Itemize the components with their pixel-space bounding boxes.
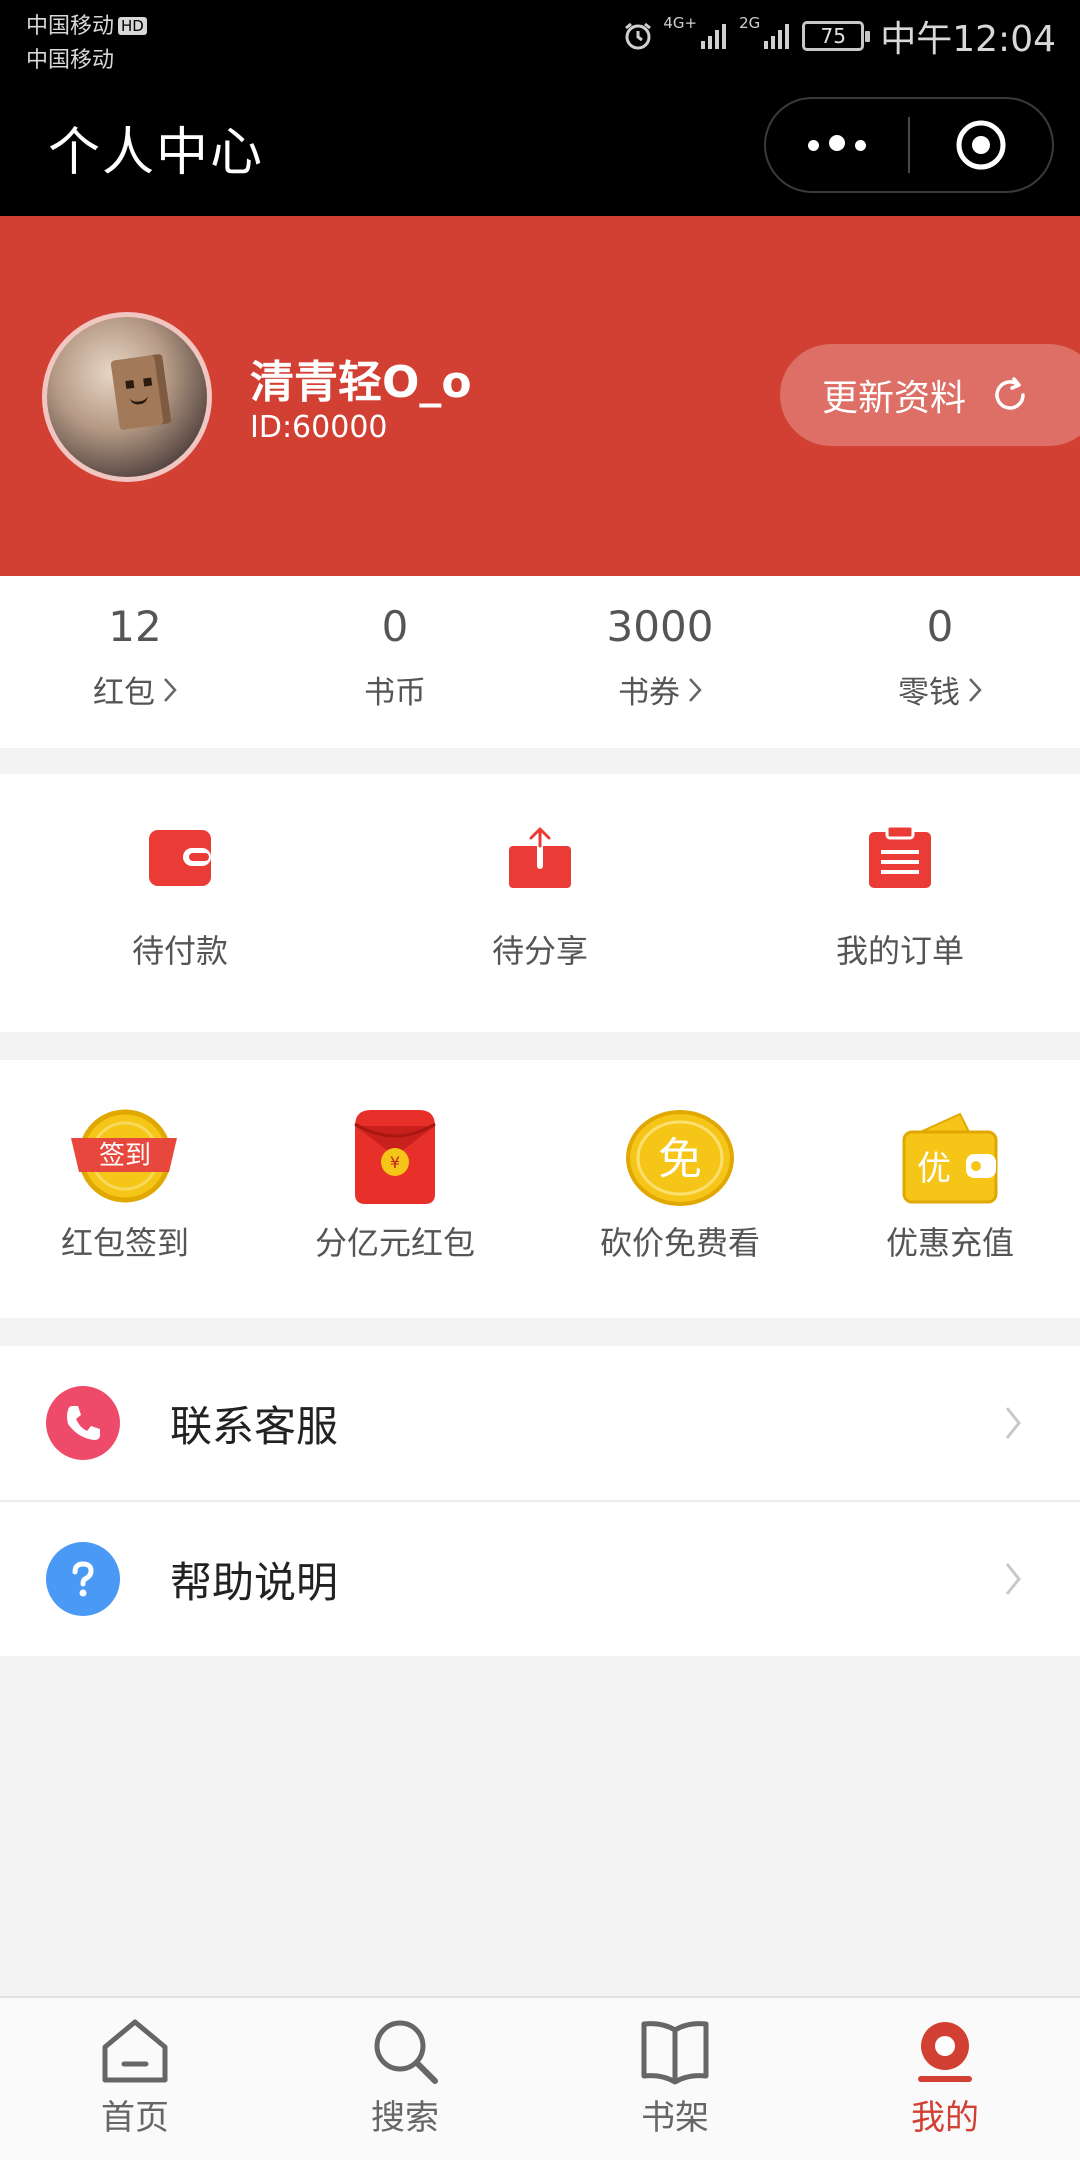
- help-icon: [46, 1542, 120, 1616]
- checkin-badge-text: 签到: [99, 1141, 151, 1171]
- username: 清青轻O_o: [250, 357, 472, 408]
- miniprogram-capsule: [764, 97, 1054, 193]
- settings-menu: 联系客服 帮助说明: [0, 1346, 1080, 1656]
- my-orders-button[interactable]: 我的订单: [720, 774, 1080, 1032]
- order-label: 待付款: [131, 932, 228, 970]
- menu-item-label: 联系客服: [170, 1401, 339, 1451]
- stat-hongbao[interactable]: 12 红包: [0, 576, 270, 748]
- stat-value: 3000: [606, 602, 714, 651]
- contact-support-item[interactable]: 联系客服: [0, 1346, 1080, 1500]
- update-profile-button[interactable]: 更新资料: [780, 344, 1080, 446]
- home-icon: [102, 2019, 168, 2083]
- pending-payment-button[interactable]: 待付款: [0, 774, 360, 1032]
- signal-icon-2: [764, 24, 790, 49]
- chevron-right-icon: [969, 677, 982, 702]
- menu-item-label: 帮助说明: [170, 1557, 339, 1607]
- tab-home[interactable]: 首页: [0, 1998, 270, 2160]
- promo-label: 优惠充值: [885, 1224, 1014, 1262]
- promotions-card: 签到 红包签到 ¥ 分亿元红包 免 砍价免费看 优 优惠充值: [0, 1060, 1080, 1318]
- top-bar: 中国移动 HD 中国移动 4G+ 2G 75 中午12:04 个人中心: [0, 0, 1080, 216]
- phone-icon: [46, 1386, 120, 1460]
- billion-red-envelope-button[interactable]: ¥ 分亿元红包: [250, 1060, 540, 1318]
- tab-label: 我的: [911, 2098, 979, 2138]
- order-list-icon: [869, 824, 931, 888]
- order-label: 我的订单: [835, 932, 964, 970]
- pending-share-button[interactable]: 待分享: [360, 774, 720, 1032]
- search-icon: [374, 2020, 438, 2084]
- stat-shubi: 0 书币: [270, 576, 520, 748]
- stat-label: 红包: [93, 675, 155, 711]
- status-icons: 4G+ 2G 75 中午12:04: [623, 10, 1056, 62]
- stat-value: 0: [926, 602, 954, 651]
- refresh-icon: [995, 377, 1025, 410]
- avatar[interactable]: [42, 312, 212, 482]
- avatar-figure: [110, 353, 172, 431]
- stat-shuquan[interactable]: 3000 书券: [520, 576, 800, 748]
- user-id: ID:60000: [250, 410, 388, 445]
- clock: 中午12:04: [880, 19, 1056, 60]
- tab-label: 首页: [101, 2098, 169, 2138]
- more-dots-icon: [803, 135, 871, 155]
- tab-bar: 首页 搜索 书架 我的: [0, 1996, 1080, 2160]
- stat-lingqian[interactable]: 0 零钱: [800, 576, 1080, 748]
- stat-value: 12: [108, 602, 162, 651]
- close-miniprogram-button[interactable]: [910, 99, 1052, 191]
- carrier-1: 中国移动 HD: [26, 8, 147, 40]
- page-title: 个人中心: [48, 123, 265, 183]
- tab-label: 书架: [641, 2098, 709, 2138]
- promo-label: 砍价免费看: [599, 1224, 760, 1262]
- chevron-right-icon: [164, 677, 177, 702]
- target-close-icon: [956, 120, 1006, 170]
- stat-label-row: 零钱: [898, 667, 982, 712]
- promo-label: 红包签到: [60, 1224, 189, 1262]
- wallet-icon: [149, 830, 211, 886]
- red-packet-checkin-button[interactable]: 签到 红包签到: [0, 1060, 250, 1318]
- free-badge-text: 免: [658, 1134, 702, 1185]
- red-envelope-icon: ¥: [354, 1110, 436, 1204]
- chevron-right-icon: [689, 677, 702, 702]
- tab-mine[interactable]: 我的: [810, 1998, 1080, 2160]
- carrier-1-label: 中国移动: [26, 14, 115, 39]
- stat-value: 0: [381, 602, 409, 651]
- update-profile-label: 更新资料: [822, 378, 967, 419]
- stat-label: 书币: [364, 675, 426, 711]
- network-label-1: 4G+: [663, 14, 698, 32]
- carrier-2: 中国移动: [26, 48, 115, 73]
- orders-card: 待付款 待分享 我的订单: [0, 774, 1080, 1032]
- tab-label: 搜索: [371, 2098, 439, 2138]
- chevron-right-icon: [1005, 1563, 1021, 1595]
- wallet-stats: 12 红包 0 书币 3000 书券 0 零钱: [0, 576, 1080, 748]
- page: 中国移动 HD 中国移动 4G+ 2G 75 中午12:04 个人中心 清青轻O_…: [0, 0, 1080, 2160]
- stat-label-row: 书券: [618, 667, 702, 712]
- promo-label: 分亿元红包: [314, 1224, 475, 1262]
- envelope-badge-text: ¥: [390, 1153, 400, 1172]
- discount-recharge-button[interactable]: 优 优惠充值: [820, 1060, 1080, 1318]
- help-item[interactable]: 帮助说明: [0, 1500, 1080, 1656]
- share-box-icon: [509, 826, 571, 888]
- free-coin-icon: 免: [626, 1106, 734, 1206]
- bookshelf-icon: [641, 2021, 709, 2085]
- battery-indicator: 75: [802, 21, 871, 51]
- tab-search[interactable]: 搜索: [270, 1998, 540, 2160]
- profile-header: 清青轻O_o ID:60000 更新资料: [0, 216, 1080, 576]
- signal-icon-1: [701, 24, 727, 49]
- network-label-2: 2G: [739, 14, 761, 32]
- alarm-icon: [625, 22, 652, 50]
- stat-label: 书券: [618, 675, 680, 711]
- discount-wallet-icon: 优: [902, 1112, 998, 1204]
- profile-icon: [918, 2022, 972, 2082]
- stat-label: 零钱: [898, 675, 960, 711]
- stat-label-row: 红包: [93, 667, 177, 712]
- stat-label-row: 书币: [364, 667, 426, 712]
- order-label: 待分享: [491, 932, 588, 970]
- chevron-right-icon: [1005, 1407, 1021, 1439]
- checkin-coin-icon: 签到: [71, 1109, 177, 1203]
- bargain-free-read-button[interactable]: 免 砍价免费看: [540, 1060, 820, 1318]
- discount-badge-text: 优: [917, 1149, 951, 1189]
- hd-badge: HD: [118, 17, 147, 35]
- tab-bookshelf[interactable]: 书架: [540, 1998, 810, 2160]
- more-button[interactable]: [766, 99, 908, 191]
